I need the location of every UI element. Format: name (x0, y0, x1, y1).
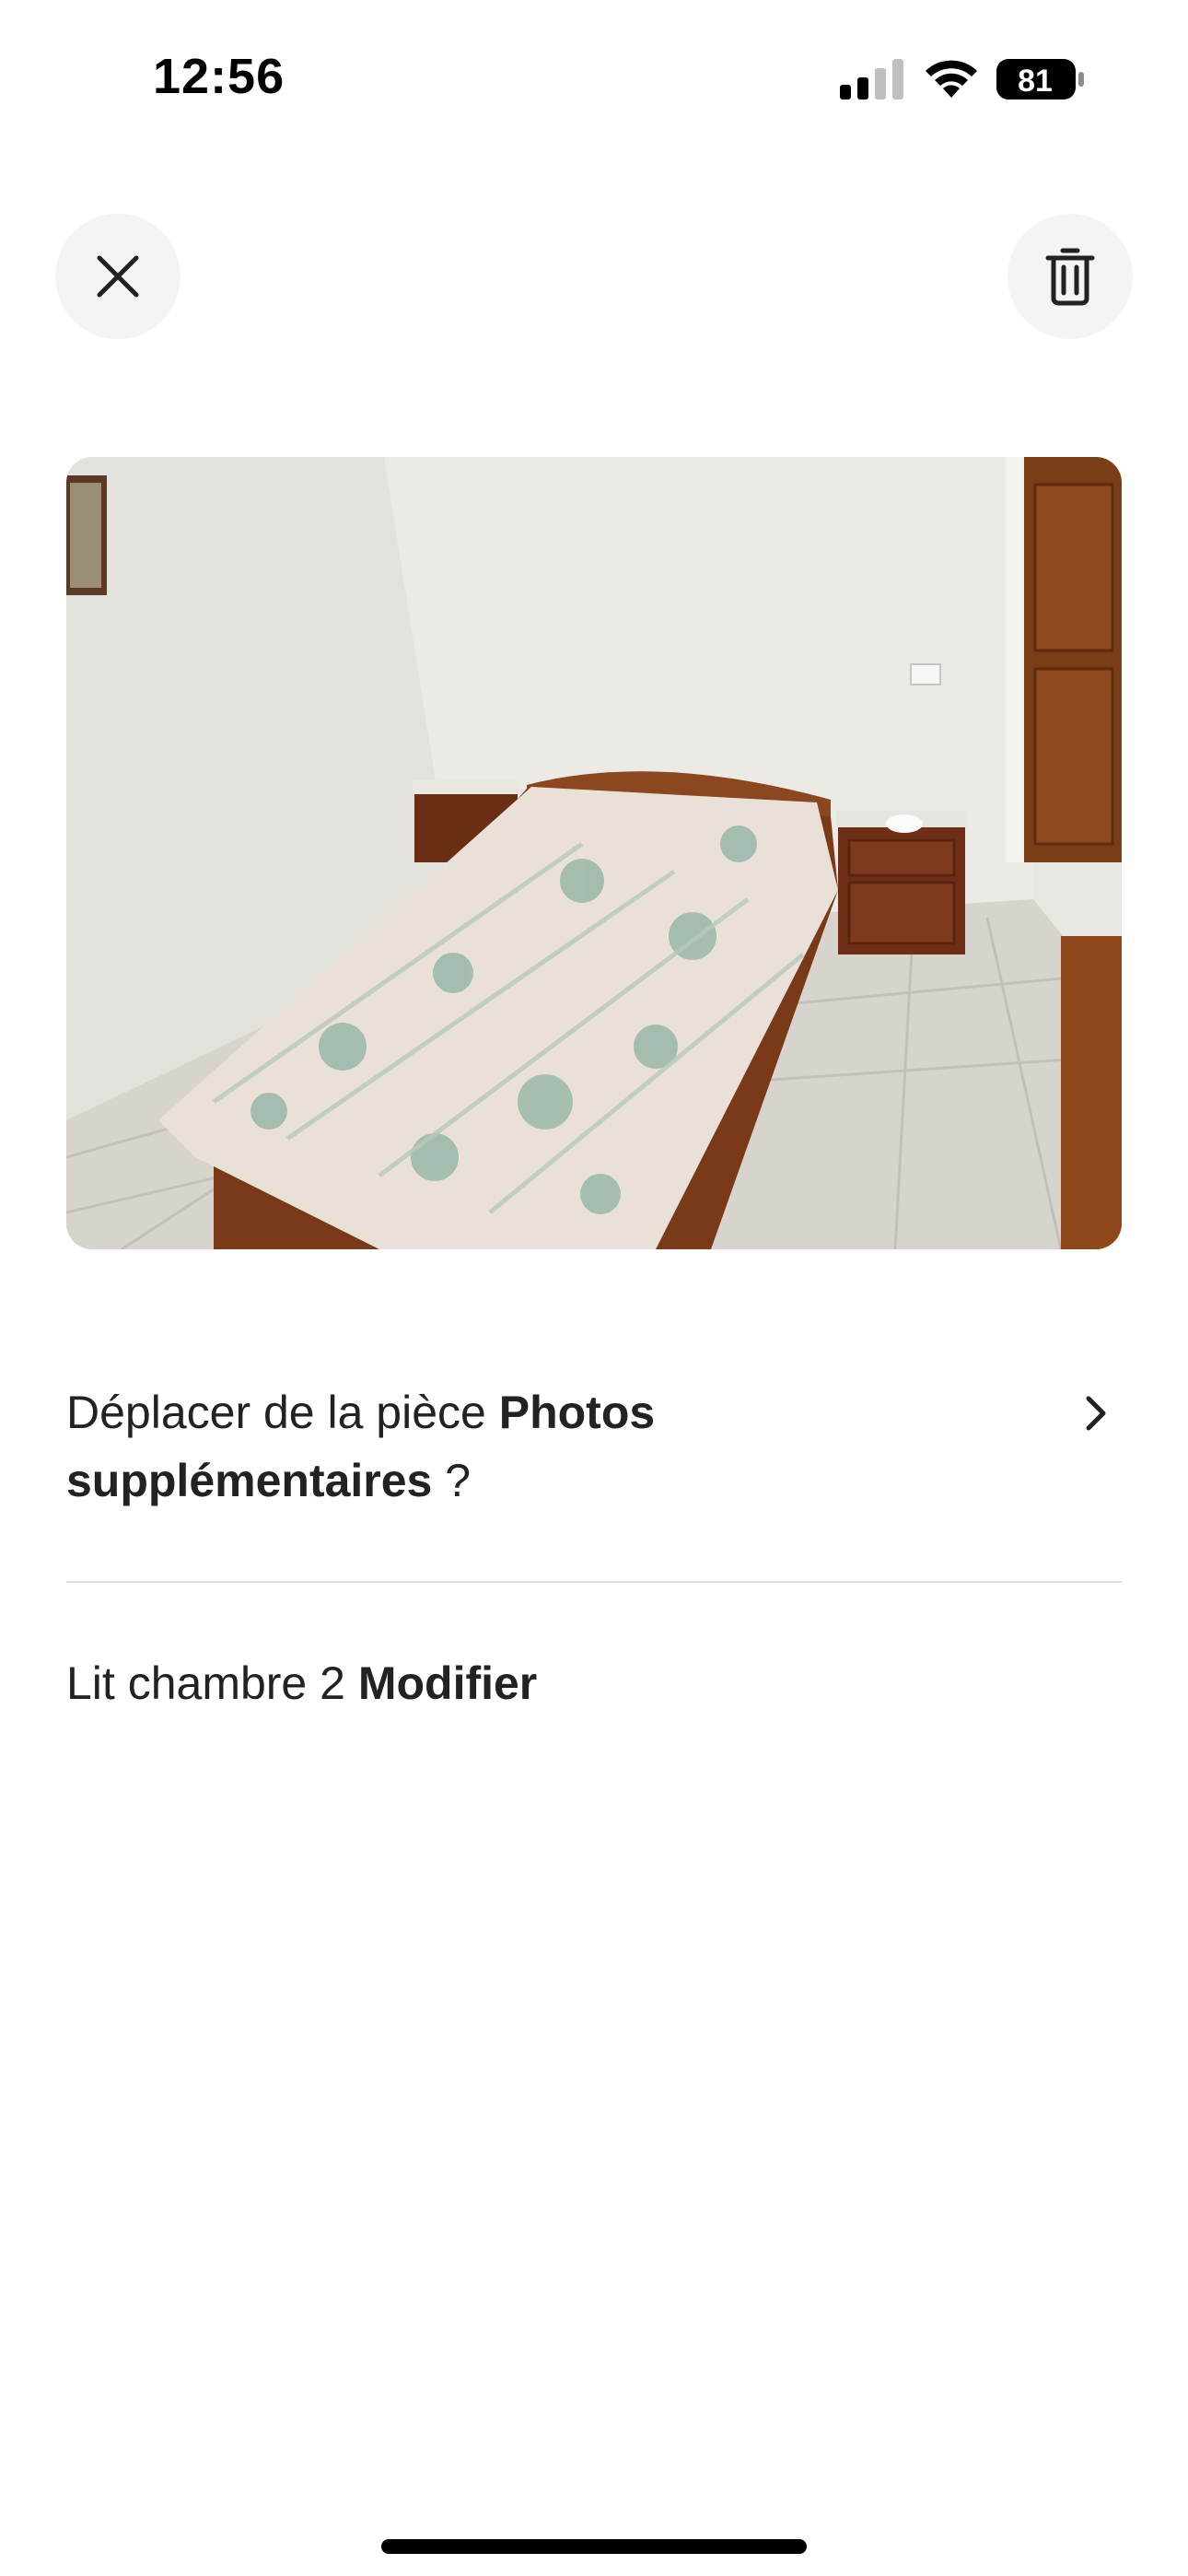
trash-icon (1045, 248, 1095, 306)
bedroom-photo-image (66, 457, 1122, 1249)
caption-row: Lit chambre 2 Modifier (66, 1649, 1122, 1723)
move-room-text: Déplacer de la pièce Photos supplémentai… (66, 1378, 969, 1515)
divider (66, 1581, 1122, 1583)
move-room-suffix: ? (432, 1455, 472, 1506)
delete-button[interactable] (1007, 214, 1133, 339)
modify-caption-link[interactable]: Modifier (358, 1657, 537, 1709)
photo-caption: Lit chambre 2 (66, 1657, 358, 1709)
home-indicator[interactable] (381, 2539, 807, 2554)
move-room-prefix: Déplacer de la pièce (66, 1387, 499, 1438)
battery-level: 81 (1018, 64, 1053, 99)
battery-icon: 81 (996, 57, 1085, 101)
chevron-right-icon (1086, 1396, 1106, 1431)
wifi-icon (926, 60, 977, 98)
bedroom-photo[interactable] (66, 457, 1122, 1249)
cellular-signal-icon (840, 59, 903, 100)
close-button[interactable] (55, 214, 181, 339)
status-time: 12:56 (153, 49, 285, 104)
move-room-row[interactable]: Déplacer de la pièce Photos supplémentai… (66, 1378, 1122, 1526)
status-bar: 12:56 81 (0, 0, 1188, 157)
close-icon (97, 255, 139, 298)
photo-edit-screen: 12:56 81 Déplacer de la pièce Photos sup… (0, 0, 1188, 2576)
